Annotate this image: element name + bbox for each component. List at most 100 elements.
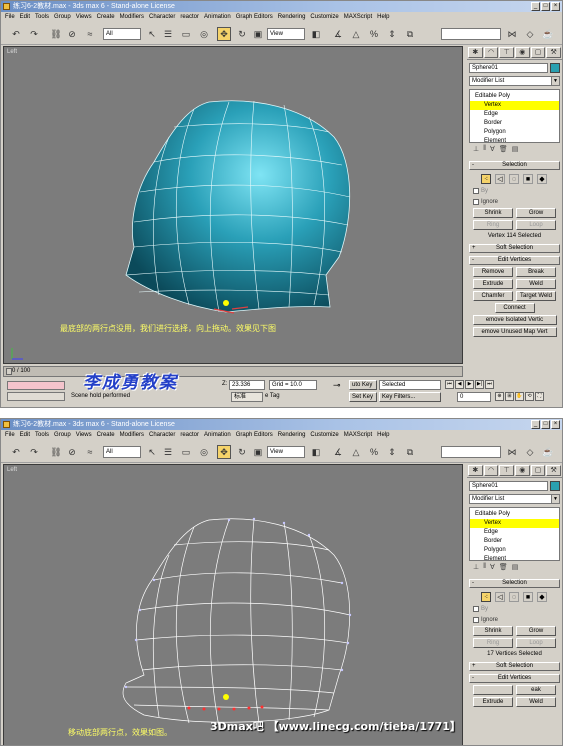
window-crossing-icon[interactable]: ◎ (197, 445, 211, 459)
menu-views[interactable]: Views (76, 430, 92, 441)
connect-button[interactable]: Connect (494, 303, 535, 313)
edit-vertices-rollout-header[interactable]: - Edit Vertices (469, 674, 560, 683)
stack-item-border[interactable]: Border (470, 537, 559, 546)
pin-stack-icon[interactable]: ⊥ (473, 145, 479, 155)
go-to-end-icon[interactable]: ⏭ (485, 380, 494, 389)
render-icon[interactable]: ☕ (541, 27, 555, 41)
object-name-field[interactable]: Sphere01 (469, 481, 548, 491)
edge-level-icon[interactable]: ◁ (495, 174, 505, 184)
menu-group[interactable]: Group (54, 430, 71, 441)
z-coordinate-field[interactable]: 23.336 (229, 380, 265, 390)
soft-selection-rollout-header[interactable]: + Soft Selection (469, 244, 560, 253)
grow-button[interactable]: Grow (516, 626, 556, 636)
rect-selection-icon[interactable]: ▭ (179, 27, 193, 41)
maximize-button[interactable]: □ (541, 420, 550, 429)
stack-item-border[interactable]: Border (470, 119, 559, 128)
undo-icon[interactable]: ↶ (9, 27, 23, 41)
polygon-level-icon[interactable]: ■ (523, 592, 533, 602)
menu-graph-editors[interactable]: Graph Editors (236, 430, 273, 441)
link-icon[interactable]: ⛓ (49, 445, 63, 459)
remove-button[interactable]: Remove (473, 267, 513, 277)
stack-item-vertex[interactable]: Vertex (470, 519, 559, 528)
by-vertex-checkbox[interactable]: By (473, 604, 560, 613)
selection-rollout-header[interactable]: - Selection (469, 579, 560, 588)
stack-item-element[interactable]: Element (470, 555, 559, 564)
named-selection-icon[interactable]: ⧉ (403, 445, 417, 459)
maximize-viewport-icon[interactable]: ⛶ (535, 392, 544, 401)
motion-tab-icon[interactable]: ◉ (515, 47, 530, 58)
close-button[interactable]: × (551, 2, 560, 11)
remove-modifier-icon[interactable]: 🗑 (499, 145, 508, 155)
modify-tab-icon[interactable]: ◠ (483, 47, 499, 58)
sphere-mesh[interactable] (4, 47, 463, 364)
percent-snap-icon[interactable]: % (367, 27, 381, 41)
display-tab-icon[interactable]: ▢ (530, 465, 546, 476)
menu-create[interactable]: Create (97, 12, 115, 23)
loop-button[interactable]: Loop (516, 638, 556, 648)
pan-icon[interactable]: ✋ (515, 392, 524, 401)
zoom-icon[interactable]: ⊕ (495, 392, 504, 401)
vertex-level-icon[interactable]: ⁖ (481, 592, 491, 602)
configure-sets-icon[interactable]: ▤ (512, 563, 519, 573)
menu-rendering[interactable]: Rendering (278, 430, 306, 441)
snap-toggle-icon[interactable]: ∡ (331, 445, 345, 459)
select-scale-icon[interactable]: ▣ (251, 445, 265, 459)
stack-item-editable-poly[interactable]: Editable Poly (470, 92, 559, 101)
pivot-center-icon[interactable]: ◧ (309, 27, 323, 41)
mirror-icon[interactable]: ⋈ (505, 27, 519, 41)
motion-tab-icon[interactable]: ◉ (515, 465, 530, 476)
select-move-icon[interactable]: ✥ (217, 27, 231, 41)
next-frame-icon[interactable]: ▶| (475, 380, 484, 389)
break-button[interactable]: eak (516, 685, 556, 695)
transform-gizmo[interactable] (223, 694, 229, 700)
element-level-icon[interactable]: ◆ (537, 174, 547, 184)
set-key-button[interactable]: Set Key (349, 392, 377, 402)
display-tab-icon[interactable]: ▢ (530, 47, 546, 58)
border-level-icon[interactable]: ◌ (509, 174, 519, 184)
loop-button[interactable]: Loop (516, 220, 556, 230)
menu-reactor[interactable]: reactor (180, 430, 199, 441)
rect-selection-icon[interactable]: ▭ (179, 445, 193, 459)
weld-button[interactable]: Weld (516, 697, 556, 707)
stack-item-editable-poly[interactable]: Editable Poly (470, 510, 559, 519)
go-to-start-icon[interactable]: ⏮ (445, 380, 454, 389)
stack-item-element[interactable]: Element (470, 137, 559, 146)
modifier-stack[interactable]: Editable Poly Vertex Edge Border Polygon… (469, 89, 560, 146)
polygon-level-icon[interactable]: ■ (523, 174, 533, 184)
utilities-tab-icon[interactable]: ⚒ (546, 465, 562, 476)
menu-edit[interactable]: Edit (20, 12, 30, 23)
target-weld-button[interactable]: Target Weld (516, 291, 556, 301)
object-color-swatch[interactable] (550, 481, 560, 491)
align-icon[interactable]: ◇ (523, 27, 537, 41)
chevron-down-icon[interactable]: ▼ (551, 77, 559, 85)
menu-maxscript[interactable]: MAXScript (344, 430, 372, 441)
reference-coordinate-dropdown[interactable]: View (267, 28, 305, 40)
current-frame-field[interactable]: 0 (457, 392, 491, 402)
select-rotate-icon[interactable]: ↻ (235, 27, 249, 41)
wireframe-mesh[interactable] (4, 465, 463, 746)
edit-vertices-rollout-header[interactable]: - Edit Vertices (469, 256, 560, 265)
auto-key-button[interactable]: uto Key (349, 380, 377, 390)
key-filters-button[interactable]: Key Filters... (379, 392, 441, 402)
time-tag-label[interactable]: e Tag (263, 392, 283, 402)
menu-animation[interactable]: Animation (204, 12, 231, 23)
percent-snap-icon[interactable]: % (367, 445, 381, 459)
ring-button[interactable]: Ring (473, 220, 513, 230)
utilities-tab-icon[interactable]: ⚒ (546, 47, 562, 58)
edge-level-icon[interactable]: ◁ (495, 592, 505, 602)
menu-character[interactable]: Character (149, 12, 175, 23)
make-unique-icon[interactable]: ∀ (490, 563, 495, 573)
configure-sets-icon[interactable]: ▤ (512, 145, 519, 155)
named-selection-icon[interactable]: ⧉ (403, 27, 417, 41)
shrink-button[interactable]: Shrink (473, 626, 513, 636)
select-scale-icon[interactable]: ▣ (251, 27, 265, 41)
minimize-button[interactable]: _ (531, 2, 540, 11)
align-icon[interactable]: ◇ (523, 445, 537, 459)
mirror-icon[interactable]: ⋈ (505, 445, 519, 459)
menu-group[interactable]: Group (54, 12, 71, 23)
remove-modifier-icon[interactable]: 🗑 (499, 563, 508, 573)
select-rotate-icon[interactable]: ↻ (235, 445, 249, 459)
link-icon[interactable]: ⛓ (49, 27, 63, 41)
by-vertex-checkbox[interactable]: By (473, 186, 560, 195)
snap-toggle-icon[interactable]: ∡ (331, 27, 345, 41)
